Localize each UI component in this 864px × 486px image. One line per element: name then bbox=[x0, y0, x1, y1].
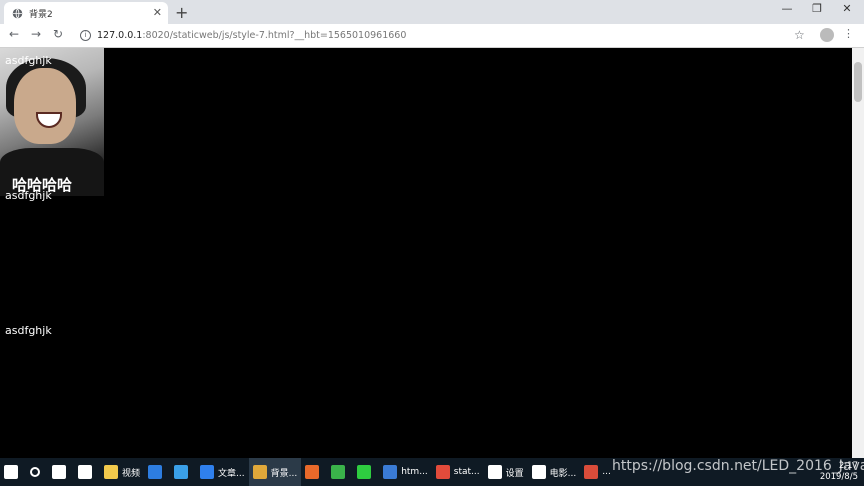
browser-toolbar: ← → ↻ i 127.0.0.1:8020/staticweb/js/styl… bbox=[0, 24, 864, 48]
taskbar-item-4[interactable]: 视频 bbox=[100, 458, 144, 486]
scrollbar-thumb[interactable] bbox=[854, 62, 862, 102]
tab-strip: 背景2 ✕ + — ❐ ✕ bbox=[0, 0, 864, 24]
reload-icon[interactable]: ↻ bbox=[50, 27, 66, 41]
tab-title: 背景2 bbox=[29, 9, 53, 20]
page-viewport: 哈哈哈哈 asdfghjk asdfghjk asdfghjk bbox=[0, 48, 852, 458]
text-line-2: asdfghjk bbox=[5, 189, 52, 202]
menu-icon[interactable]: ⋮ bbox=[843, 27, 854, 40]
qq-browser-icon bbox=[200, 465, 215, 479]
windows-start-icon bbox=[4, 465, 18, 479]
bookmark-star-icon[interactable]: ☆ bbox=[794, 28, 805, 42]
back-icon[interactable]: ← bbox=[6, 27, 22, 41]
globe-icon bbox=[12, 8, 23, 18]
taskbar-item-13[interactable]: stat... bbox=[432, 458, 484, 486]
taskbar-item-5[interactable] bbox=[144, 458, 170, 486]
mail-icon bbox=[78, 465, 92, 479]
taskbar-item-14[interactable]: 设置 bbox=[484, 458, 528, 486]
text-line-3: asdfghjk bbox=[5, 324, 52, 337]
taskbar-item-label: stat... bbox=[453, 467, 480, 477]
gear-icon bbox=[487, 465, 502, 479]
taskbar-item-15[interactable]: 电影... bbox=[528, 458, 581, 486]
new-tab-button[interactable]: + bbox=[175, 3, 188, 22]
image-face bbox=[14, 68, 76, 144]
close-window-button[interactable]: ✕ bbox=[832, 2, 862, 15]
hbuilder-icon bbox=[435, 465, 450, 479]
play-icon bbox=[331, 465, 346, 479]
background-image: 哈哈哈哈 bbox=[0, 48, 104, 196]
taskbar-item-2[interactable] bbox=[48, 458, 74, 486]
taskbar-item-11[interactable] bbox=[353, 458, 379, 486]
tab-close-icon[interactable]: ✕ bbox=[153, 6, 162, 19]
taskbar-item-0[interactable] bbox=[0, 458, 26, 486]
taskbar-item-10[interactable] bbox=[327, 458, 353, 486]
ie-icon bbox=[174, 465, 189, 479]
folder-icon bbox=[104, 465, 118, 479]
minimize-button[interactable]: — bbox=[772, 2, 802, 15]
vertical-scrollbar[interactable] bbox=[852, 48, 864, 458]
taskbar-item-1[interactable] bbox=[26, 458, 48, 486]
iqiyi-icon bbox=[357, 465, 372, 479]
taskbar-item-label: 文章... bbox=[218, 468, 245, 479]
address-bar[interactable]: i 127.0.0.1:8020/staticweb/js/style-7.ht… bbox=[74, 26, 814, 45]
firefox-icon bbox=[305, 465, 320, 479]
movie-icon bbox=[531, 465, 546, 479]
taskbar-item-label: 背景... bbox=[270, 468, 298, 479]
vscode-icon bbox=[383, 465, 398, 479]
profile-avatar[interactable] bbox=[820, 28, 834, 42]
chrome-icon bbox=[252, 465, 267, 479]
taskbar-item-label: 设置 bbox=[505, 468, 524, 479]
info-icon[interactable]: i bbox=[80, 30, 91, 41]
browser-tab[interactable]: 背景2 ✕ bbox=[4, 2, 168, 24]
taskbar-item-3[interactable] bbox=[74, 458, 100, 486]
edge-icon bbox=[148, 465, 163, 479]
watermark: https://blog.csdn.net/LED_2016_Java bbox=[612, 458, 864, 474]
taskbar-item-6[interactable] bbox=[170, 458, 196, 486]
url-host: 127.0.0.1 bbox=[97, 30, 143, 41]
taskbar-item-8[interactable]: 背景... bbox=[248, 458, 302, 486]
taskbar-item-label: 电影... bbox=[549, 468, 577, 479]
app-icon bbox=[584, 465, 599, 479]
task-view-icon bbox=[52, 465, 66, 479]
search-icon bbox=[30, 467, 40, 477]
taskbar-item-label: ... bbox=[602, 467, 611, 477]
restore-button[interactable]: ❐ bbox=[802, 2, 832, 15]
taskbar-item-9[interactable] bbox=[301, 458, 327, 486]
text-line-1: asdfghjk bbox=[5, 54, 52, 67]
taskbar-item-label: 视频 bbox=[122, 468, 141, 479]
taskbar-item-16[interactable]: ... bbox=[580, 458, 615, 486]
url-path: :8020/staticweb/js/style-7.html?__hbt=15… bbox=[142, 30, 407, 41]
taskbar-item-7[interactable]: 文章... bbox=[196, 458, 249, 486]
taskbar-item-12[interactable]: htm... bbox=[379, 458, 432, 486]
taskbar-item-label: htm... bbox=[401, 467, 428, 477]
forward-icon[interactable]: → bbox=[28, 27, 44, 41]
